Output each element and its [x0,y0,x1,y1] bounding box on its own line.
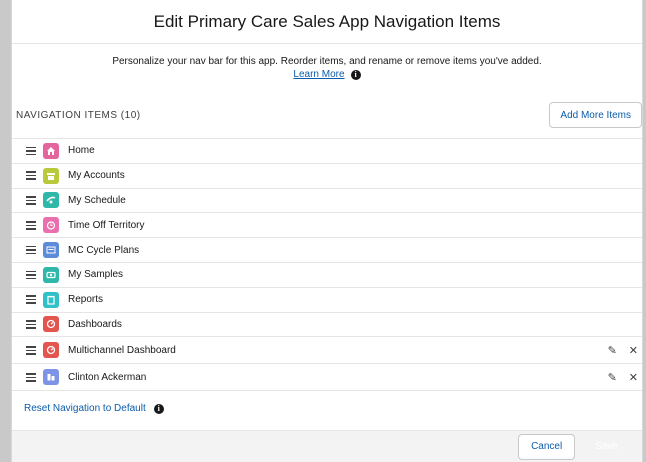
item-label: My Samples [68,269,124,281]
item-label: Clinton Ackerman [68,371,147,383]
navigation-items-list: Home My Accounts My Schedule Time Off Te… [12,138,642,392]
modal-description: Personalize your nav bar for this app. R… [112,56,542,67]
drag-handle-icon[interactable] [26,146,36,156]
item-label: Reports [68,294,104,306]
list-item-clinton-ackerman[interactable]: Clinton Ackerman ✎ ✕ [12,364,642,392]
home-icon [43,142,59,159]
drag-handle-icon[interactable] [26,295,36,304]
edit-pencil-icon[interactable]: ✎ [608,371,617,384]
drag-handle-icon[interactable] [26,373,36,382]
drag-handle-icon[interactable] [26,221,36,230]
list-item-reports[interactable]: Reports [12,288,642,313]
list-item-time-off-territory[interactable]: Time Off Territory [12,213,642,239]
drag-handle-icon[interactable] [26,270,36,280]
cycle-plans-icon [43,242,59,259]
list-item-my-samples[interactable]: My Samples [12,263,642,288]
learn-more-row: Learn More i [12,69,642,80]
modal-footer: Cancel Save [12,430,642,462]
dashboard-icon [43,342,59,359]
list-item-mc-cycle-plans[interactable]: MC Cycle Plans [12,238,642,263]
dashboard-icon [43,316,59,333]
reports-icon [43,291,59,308]
drag-handle-icon[interactable] [26,245,36,255]
item-label: Time Off Territory [68,219,145,231]
schedule-icon [43,192,59,209]
item-label: MC Cycle Plans [68,244,140,256]
list-item-dashboards[interactable]: Dashboards [12,313,642,338]
reset-navigation-link[interactable]: Reset Navigation to Default [24,403,146,414]
row-actions: ✎ ✕ [608,371,638,384]
item-label: Home [68,145,95,157]
section-header: NAVIGATION ITEMS (10) Add More Items [12,100,642,130]
list-item-my-accounts[interactable]: My Accounts [12,164,642,189]
learn-more-link[interactable]: Learn More [293,69,344,80]
drag-handle-icon[interactable] [26,171,36,180]
drag-handle-icon[interactable] [26,320,36,329]
drag-handle-icon[interactable] [26,196,36,205]
samples-icon [43,266,59,283]
edit-navigation-modal: Edit Primary Care Sales App Navigation I… [11,0,643,462]
item-label: My Schedule [68,194,126,206]
add-more-items-button[interactable]: Add More Items [549,102,642,128]
item-label: Multichannel Dashboard [68,344,176,356]
row-actions: ✎ ✕ [608,344,638,357]
reset-row: Reset Navigation to Default i [24,403,164,414]
info-icon[interactable]: i [153,403,164,414]
record-icon [43,369,59,386]
edit-pencil-icon[interactable]: ✎ [608,344,617,357]
save-button[interactable]: Save [583,433,630,460]
list-item-my-schedule[interactable]: My Schedule [12,189,642,214]
modal-header: Edit Primary Care Sales App Navigation I… [12,0,642,44]
accounts-icon [43,167,59,184]
item-label: Dashboards [68,318,122,330]
cancel-button[interactable]: Cancel [518,433,576,460]
list-item-multichannel-dashboard[interactable]: Multichannel Dashboard ✎ ✕ [12,337,642,365]
section-title: NAVIGATION ITEMS (10) [16,109,141,121]
modal-title: Edit Primary Care Sales App Navigation I… [153,11,501,31]
remove-close-icon[interactable]: ✕ [629,371,638,384]
list-item-home[interactable]: Home [12,139,642,164]
drag-handle-icon[interactable] [26,346,36,355]
clock-icon [43,217,59,234]
info-icon[interactable]: i [350,69,361,80]
remove-close-icon[interactable]: ✕ [629,344,638,357]
item-label: My Accounts [68,170,125,182]
